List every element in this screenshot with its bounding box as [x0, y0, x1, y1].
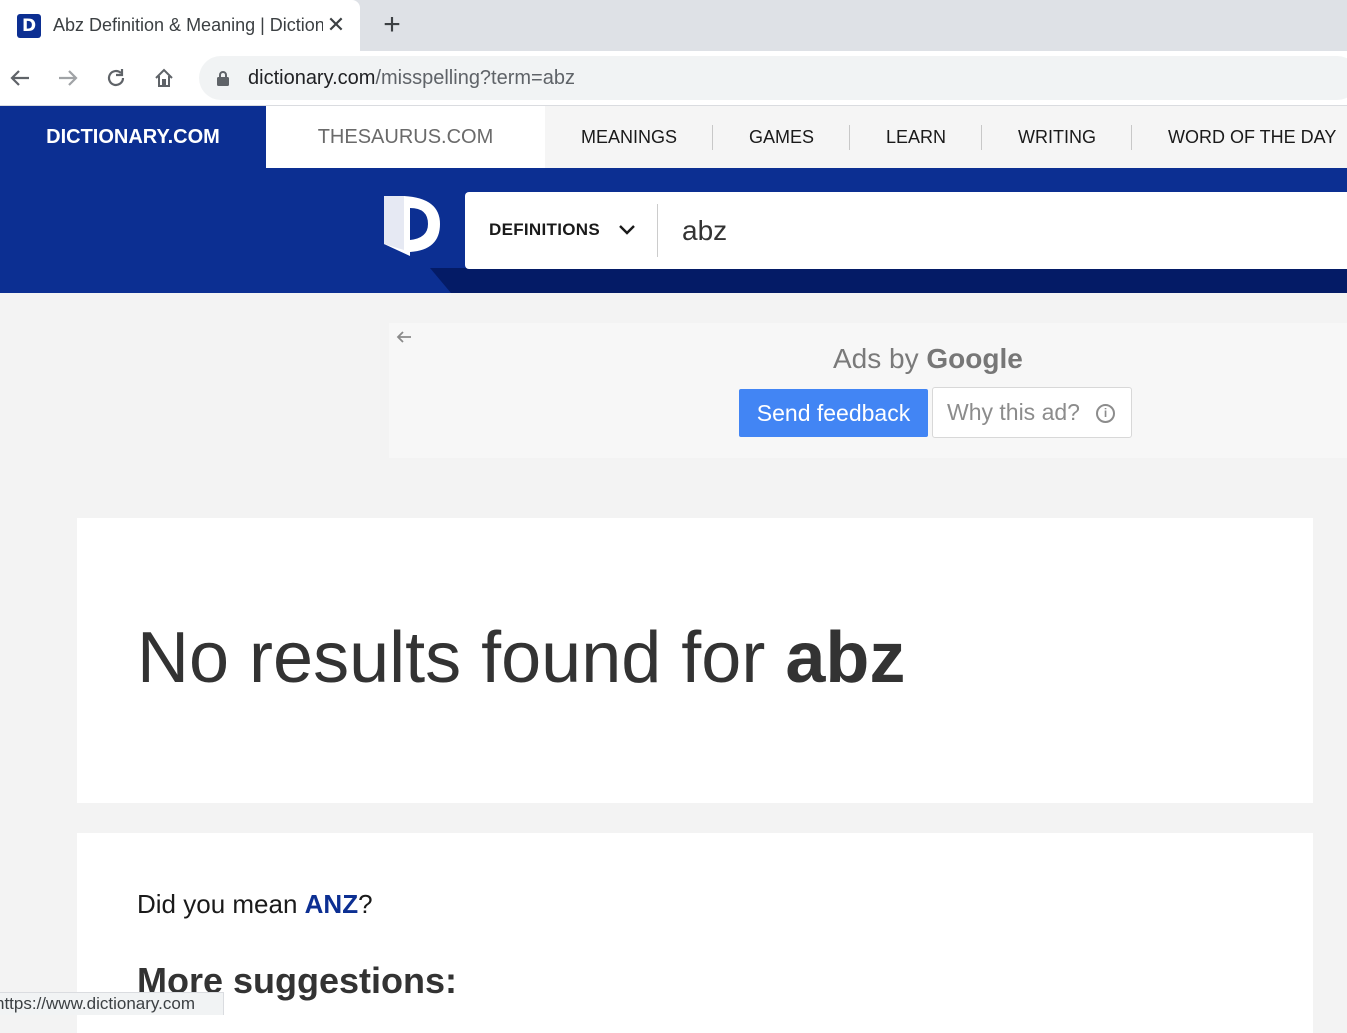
ads-by-google: Ads by Google — [833, 343, 1023, 375]
reload-icon — [107, 69, 125, 87]
tab-title: Abz Definition & Meaning | Dictionary.co… — [53, 15, 323, 35]
nav-games[interactable]: GAMES — [749, 106, 814, 168]
nav-divider — [981, 125, 982, 150]
google-wordmark: Google — [926, 343, 1023, 374]
forward-arrow-icon — [59, 70, 78, 86]
status-bar-url: https://www.dictionary.com — [0, 992, 224, 1015]
search-input[interactable] — [670, 208, 1270, 253]
searched-term: abz — [785, 618, 906, 698]
did-you-mean: Did you mean ANZ? — [137, 889, 373, 920]
header-decoration — [430, 268, 1347, 293]
browser-tab-strip: D Abz Definition & Meaning | Dictionary.… — [0, 0, 1347, 51]
dictionary-favicon-icon: D — [17, 14, 41, 38]
no-results-heading: No results found for abz — [137, 616, 905, 700]
url-domain: dictionary.com — [248, 67, 376, 89]
browser-toolbar: dictionary.com/misspelling?term=abz — [0, 51, 1347, 106]
browser-tab[interactable]: D Abz Definition & Meaning | Dictionary.… — [0, 0, 360, 51]
nav-learn[interactable]: LEARN — [886, 106, 946, 168]
nav-writing[interactable]: WRITING — [1018, 106, 1096, 168]
ad-back-arrow-icon[interactable] — [395, 329, 413, 350]
url-path: /misspelling?term=abz — [375, 67, 575, 89]
info-icon: i — [1096, 404, 1115, 423]
no-results-card: No results found for abz — [77, 518, 1313, 803]
search-header: DEFINITIONS — [0, 168, 1347, 293]
forward-button[interactable] — [53, 63, 83, 93]
nav-meanings[interactable]: MEANINGS — [581, 106, 677, 168]
nav-word-of-the-day[interactable]: WORD OF THE DAY — [1168, 106, 1336, 168]
home-icon — [155, 68, 173, 87]
home-button[interactable] — [149, 63, 179, 93]
nav-divider — [712, 125, 713, 150]
lock-icon — [217, 71, 229, 86]
why-this-ad-button[interactable]: Why this ad? i — [932, 387, 1132, 438]
nav-divider — [849, 125, 850, 150]
nav-dictionary[interactable]: DICTIONARY.COM — [0, 106, 266, 168]
site-nav: DICTIONARY.COM THESAURUS.COM MEANINGS GA… — [0, 106, 1347, 168]
why-this-ad-label: Why this ad? — [947, 399, 1080, 425]
nav-divider — [1131, 125, 1132, 150]
search-mode-dropdown[interactable]: DEFINITIONS — [465, 192, 657, 269]
address-bar[interactable]: dictionary.com/misspelling?term=abz — [199, 56, 1347, 100]
did-you-mean-prefix: Did you mean — [137, 889, 305, 919]
search-mode-label: DEFINITIONS — [489, 220, 600, 239]
send-feedback-button[interactable]: Send feedback — [739, 389, 928, 437]
url-text: dictionary.com/misspelling?term=abz — [248, 67, 575, 90]
chevron-down-icon — [619, 225, 635, 235]
back-arrow-icon — [10, 70, 29, 86]
back-button[interactable] — [5, 63, 35, 93]
suggestions-card: Did you mean ANZ? More suggestions: — [77, 833, 1313, 1033]
reload-button[interactable] — [101, 63, 131, 93]
nav-thesaurus[interactable]: THESAURUS.COM — [266, 106, 545, 168]
new-tab-icon[interactable]: + — [377, 9, 407, 41]
did-you-mean-suffix: ? — [358, 889, 373, 919]
ads-by-label: Ads by — [833, 343, 919, 374]
no-results-prefix: No results found for — [137, 618, 786, 698]
suggestion-link[interactable]: ANZ — [305, 889, 358, 919]
close-tab-icon[interactable]: ✕ — [324, 11, 348, 39]
dictionary-logo-icon[interactable] — [382, 192, 442, 256]
search-divider — [657, 204, 658, 257]
search-box: DEFINITIONS — [465, 192, 1347, 269]
ad-area: Ads by Google Send feedback Why this ad?… — [389, 323, 1347, 458]
